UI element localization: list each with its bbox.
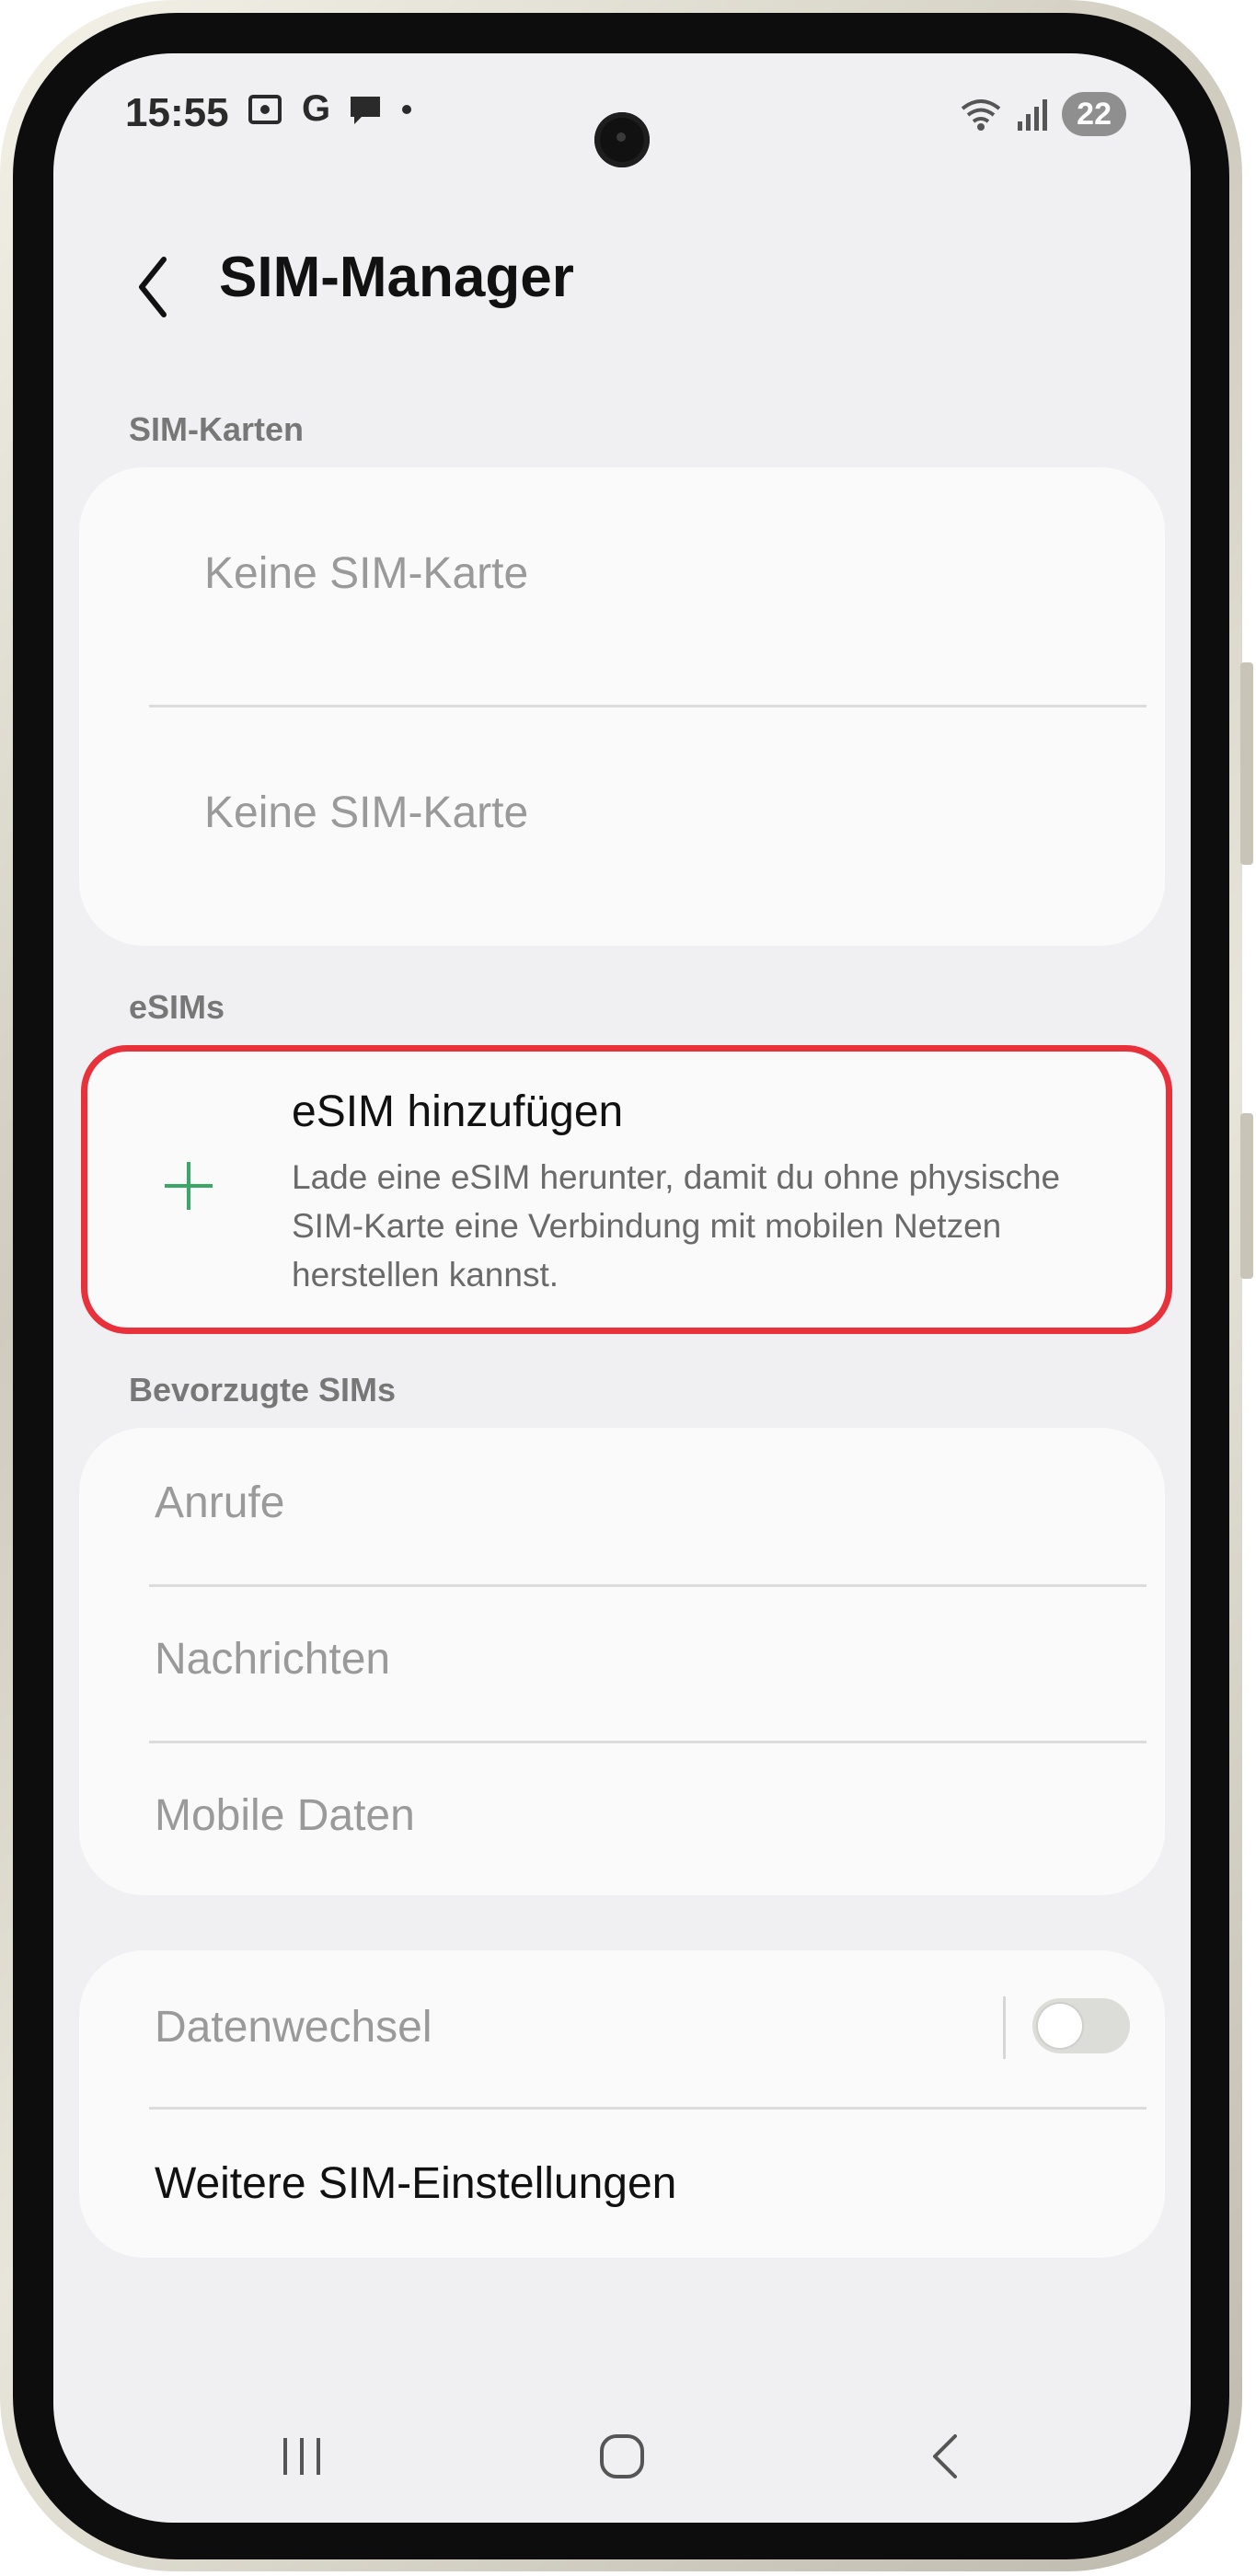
back-arrow-icon[interactable] <box>127 248 182 326</box>
messages-icon <box>351 96 381 124</box>
more-settings-card: Datenwechsel Weitere SIM-Einstellungen <box>79 1950 1165 2258</box>
divider <box>149 1584 1147 1587</box>
divider <box>149 1741 1147 1743</box>
section-label-esims: eSIMs <box>129 988 225 1026</box>
front-camera <box>594 112 650 167</box>
dot-icon <box>402 104 412 114</box>
power-button <box>1240 1113 1253 1279</box>
wifi-icon <box>961 99 1001 131</box>
status-bar: 15:55 G 22 <box>53 53 1191 173</box>
data-switch-label: Datenwechsel <box>155 2003 432 2052</box>
sim-slot-2[interactable]: Keine SIM-Karte <box>204 788 528 838</box>
status-time: 15:55 <box>125 90 229 135</box>
plus-icon <box>165 1162 213 1210</box>
preferred-sim-calls[interactable]: Anrufe <box>155 1478 284 1528</box>
navigation-bar <box>53 2409 1191 2510</box>
recents-icon[interactable] <box>274 2429 329 2484</box>
add-esim-title: eSIM hinzufügen <box>292 1087 624 1136</box>
add-esim-description: Lade eine eSIM herunter, damit du ohne p… <box>292 1158 1061 1294</box>
back-icon[interactable] <box>918 2429 974 2484</box>
google-icon: G <box>302 88 331 129</box>
section-label-sim-cards: SIM-Karten <box>129 410 305 448</box>
page-title: SIM-Manager <box>219 246 574 309</box>
divider <box>149 2107 1147 2110</box>
toggle-knob <box>1038 2004 1082 2048</box>
notification-icons: G <box>245 88 413 130</box>
volume-button <box>1240 662 1253 865</box>
system-icons: 22 <box>959 92 1126 136</box>
divider <box>149 705 1147 707</box>
home-icon[interactable] <box>594 2429 650 2484</box>
signal-icon <box>1018 99 1048 131</box>
battery-indicator: 22 <box>1062 92 1126 136</box>
section-label-preferred-sims: Bevorzugte SIMs <box>129 1371 397 1409</box>
preferred-sim-messages[interactable]: Nachrichten <box>155 1634 390 1685</box>
toggle-separator <box>1003 1996 1006 2059</box>
screenshot-icon <box>248 94 282 124</box>
screen: 15:55 G 22 SIM-Manager SIM-Karten Keine … <box>53 53 1191 2523</box>
more-sim-settings-link[interactable]: Weitere SIM-Einstellungen <box>155 2158 676 2209</box>
data-switch-toggle[interactable] <box>1032 1998 1130 2053</box>
sim-slot-1[interactable]: Keine SIM-Karte <box>204 548 528 599</box>
add-esim-button[interactable]: eSIM hinzufügen Lade eine eSIM herunter,… <box>81 1045 1172 1334</box>
preferred-sim-mobile-data[interactable]: Mobile Daten <box>155 1790 415 1841</box>
sim-cards-card: Keine SIM-Karte Keine SIM-Karte <box>79 467 1165 946</box>
preferred-sims-card: Anrufe Nachrichten Mobile Daten <box>79 1428 1165 1895</box>
